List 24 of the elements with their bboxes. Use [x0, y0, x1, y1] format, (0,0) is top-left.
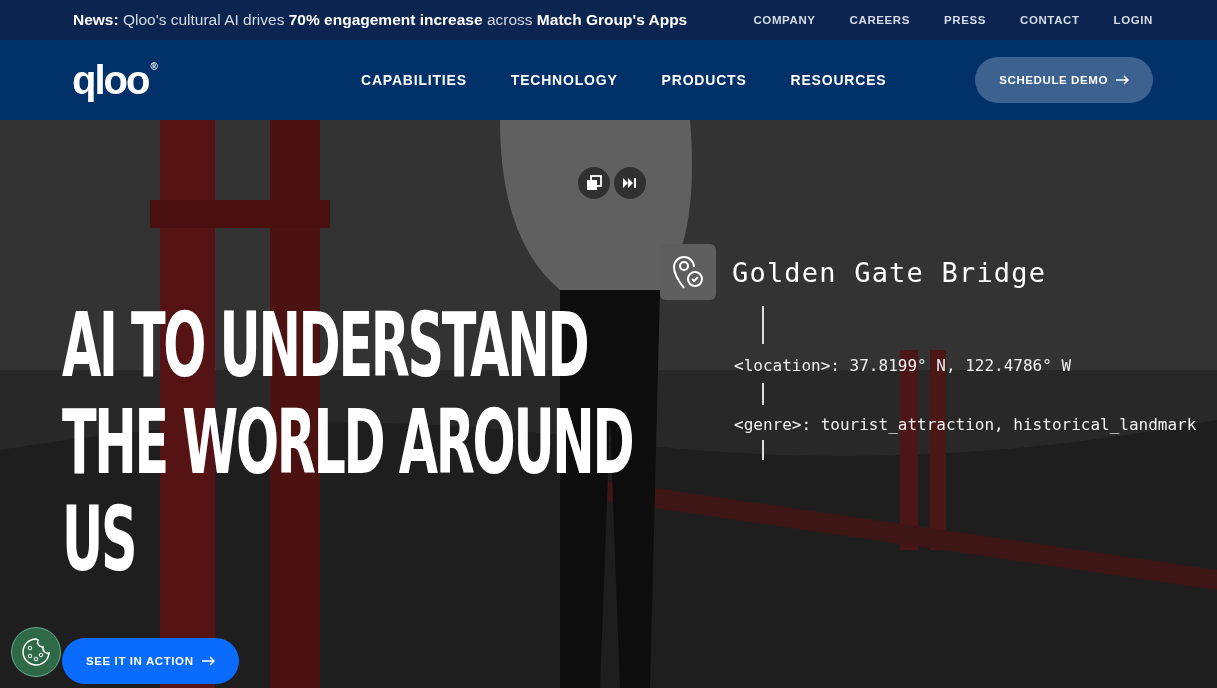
- news-text[interactable]: News: Qloo's cultural AI drives 70% engagement increase across Match Group's Apps: [73, 11, 688, 29]
- entity-attribute: <genre>: tourist_attraction, historical_landmark: [734, 415, 1197, 434]
- top-link[interactable]: CAREERS: [849, 14, 910, 26]
- top-link[interactable]: PRESS: [944, 14, 986, 26]
- schedule-demo-button[interactable]: SCHEDULE DEMO: [975, 57, 1153, 103]
- location-pin-icon: [660, 244, 716, 300]
- entity-name: Golden Gate Bridge: [732, 256, 1047, 288]
- logo[interactable]: qloo®: [72, 60, 361, 100]
- nav-link[interactable]: CAPABILITIES: [361, 72, 467, 88]
- arrow-icon: [201, 656, 215, 666]
- top-link[interactable]: COMPANY: [753, 14, 816, 26]
- top-link[interactable]: CONTACT: [1020, 14, 1080, 26]
- nav-link[interactable]: TECHNOLOGY: [510, 72, 618, 88]
- entity-attribute: <location>: 37.8199° N, 122.4786° W: [734, 356, 1073, 375]
- skip-icon: [623, 178, 637, 188]
- registered-mark: ®: [150, 62, 158, 72]
- arrow-icon: [1116, 75, 1129, 85]
- cookie-icon: [21, 637, 51, 667]
- picture-in-picture-icon: [586, 175, 602, 191]
- top-link[interactable]: LOGIN: [1113, 14, 1153, 26]
- nav-link[interactable]: RESOURCES: [790, 72, 887, 88]
- hero-headline: AI TO UNDERSTAND THE WORLD AROUND US: [62, 297, 634, 588]
- nav-link[interactable]: PRODUCTS: [661, 72, 747, 88]
- see-it-in-action-button[interactable]: SEE IT IN ACTION: [62, 638, 239, 684]
